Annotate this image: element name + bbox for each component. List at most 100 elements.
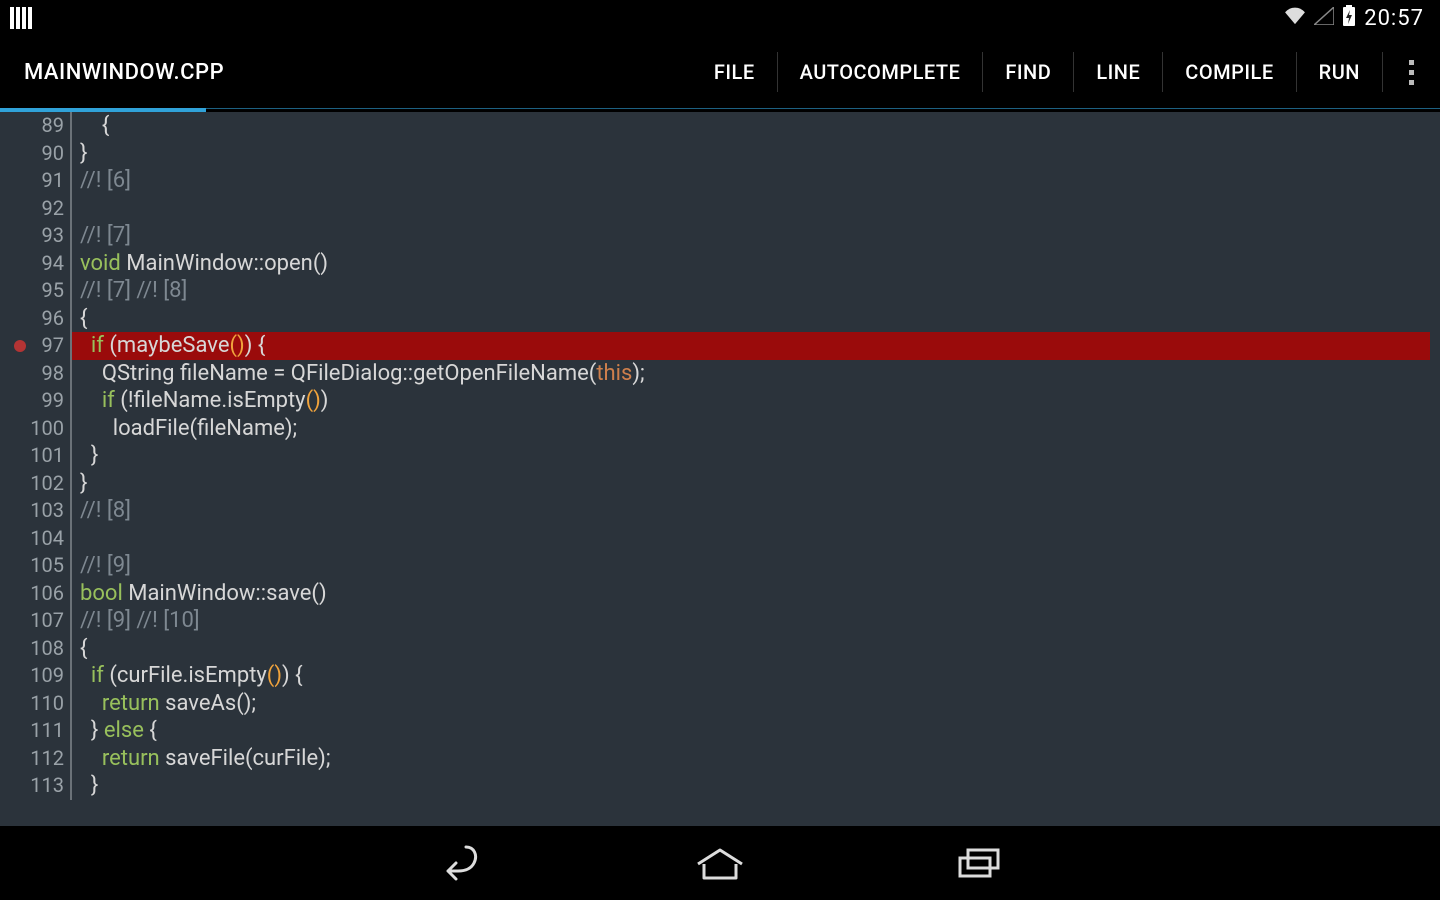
gutter-separator [70, 552, 72, 580]
line-number[interactable]: 97 [0, 332, 70, 360]
line-number[interactable]: 112 [0, 745, 70, 773]
gutter-separator [70, 525, 72, 553]
menu-run[interactable]: RUN [1296, 52, 1382, 92]
line-number[interactable]: 101 [0, 442, 70, 470]
code-editor[interactable]: 89 {90}91//! [6]9293//! [7]94void MainWi… [0, 112, 1440, 826]
code-content[interactable]: { [80, 112, 1440, 140]
code-content[interactable]: if (curFile.isEmpty()) { [80, 662, 1440, 690]
code-line[interactable]: 102} [0, 470, 1440, 498]
line-number[interactable]: 113 [0, 772, 70, 800]
menu-line[interactable]: LINE [1073, 52, 1162, 92]
menu-autocomplete[interactable]: AUTOCOMPLETE [777, 52, 983, 92]
gutter-separator [70, 387, 72, 415]
code-content[interactable]: //! [7] //! [8] [80, 277, 1440, 305]
line-number[interactable]: 108 [0, 635, 70, 663]
code-content[interactable]: } [80, 442, 1440, 470]
line-number[interactable]: 90 [0, 140, 70, 168]
gutter-separator [70, 442, 72, 470]
line-number[interactable]: 106 [0, 580, 70, 608]
nav-back-button[interactable] [430, 843, 490, 883]
code-content[interactable]: return saveFile(curFile); [80, 745, 1440, 773]
line-number[interactable]: 102 [0, 470, 70, 498]
line-number[interactable]: 104 [0, 525, 70, 553]
line-number[interactable]: 89 [0, 112, 70, 140]
gutter-separator [70, 772, 72, 800]
code-content[interactable]: { [80, 305, 1440, 333]
nav-home-button[interactable] [690, 843, 750, 883]
code-line[interactable]: 100 loadFile(fileName); [0, 415, 1440, 443]
line-number[interactable]: 96 [0, 305, 70, 333]
code-line[interactable]: 105 //! [9] [0, 552, 1440, 580]
line-number[interactable]: 107 [0, 607, 70, 635]
code-line[interactable]: 99 if (!fileName.isEmpty()) [0, 387, 1440, 415]
menu-file[interactable]: FILE [692, 52, 777, 92]
code-content[interactable]: if (maybeSave()) { [72, 332, 1430, 360]
code-line[interactable]: 101 } [0, 442, 1440, 470]
code-content[interactable]: return saveAs(); [80, 690, 1440, 718]
code-line[interactable]: 91 //! [6] [0, 167, 1440, 195]
gutter-separator [70, 360, 72, 388]
code-content[interactable]: void MainWindow::open() [80, 250, 1440, 278]
code-line[interactable]: 111 } else { [0, 717, 1440, 745]
code-line[interactable]: 93 //! [7] [0, 222, 1440, 250]
code-line[interactable]: 104 [0, 525, 1440, 553]
code-content[interactable]: //! [7] [80, 222, 1440, 250]
android-nav-bar [0, 826, 1440, 900]
code-content[interactable]: } else { [80, 717, 1440, 745]
menu-find[interactable]: FIND [982, 52, 1073, 92]
gutter-separator [70, 497, 72, 525]
app-indicator-icon [10, 7, 32, 29]
line-number[interactable]: 103 [0, 497, 70, 525]
line-number[interactable]: 100 [0, 415, 70, 443]
battery-charging-icon [1342, 5, 1356, 32]
gutter-separator [70, 277, 72, 305]
code-line[interactable]: 109 if (curFile.isEmpty()) { [0, 662, 1440, 690]
code-line[interactable]: 94 void MainWindow::open() [0, 250, 1440, 278]
code-line[interactable]: 110 return saveAs(); [0, 690, 1440, 718]
gutter-separator [70, 635, 72, 663]
code-line[interactable]: 107 //! [9] //! [10] [0, 607, 1440, 635]
code-content[interactable]: //! [9] //! [10] [80, 607, 1440, 635]
code-content[interactable]: } [80, 772, 1440, 800]
gutter-separator [70, 250, 72, 278]
line-number[interactable]: 93 [0, 222, 70, 250]
line-number[interactable]: 111 [0, 717, 70, 745]
line-number[interactable]: 110 [0, 690, 70, 718]
status-clock: 20:57 [1364, 6, 1424, 31]
code-line[interactable]: 89 { [0, 112, 1440, 140]
code-content[interactable]: } [80, 140, 1440, 168]
code-line[interactable]: 112 return saveFile(curFile); [0, 745, 1440, 773]
code-line[interactable]: 103 //! [8] [0, 497, 1440, 525]
code-line[interactable]: 97 if (maybeSave()) { [0, 332, 1440, 360]
gutter-separator [70, 662, 72, 690]
code-content[interactable]: if (!fileName.isEmpty()) [80, 387, 1440, 415]
code-line[interactable]: 90} [0, 140, 1440, 168]
menu-overflow[interactable] [1382, 52, 1430, 92]
nav-recents-button[interactable] [950, 843, 1010, 883]
line-number[interactable]: 98 [0, 360, 70, 388]
code-line[interactable]: 92 [0, 195, 1440, 223]
line-number[interactable]: 105 [0, 552, 70, 580]
code-content[interactable]: //! [8] [80, 497, 1440, 525]
code-line[interactable]: 95 //! [7] //! [8] [0, 277, 1440, 305]
line-number[interactable]: 94 [0, 250, 70, 278]
code-content[interactable]: } [80, 470, 1440, 498]
code-content[interactable]: QString fileName = QFileDialog::getOpenF… [80, 360, 1440, 388]
code-line[interactable]: 108 { [0, 635, 1440, 663]
code-content[interactable]: loadFile(fileName); [80, 415, 1440, 443]
line-number[interactable]: 92 [0, 195, 70, 223]
menu-compile[interactable]: COMPILE [1162, 52, 1295, 92]
line-number[interactable]: 109 [0, 662, 70, 690]
code-line[interactable]: 106 bool MainWindow::save() [0, 580, 1440, 608]
line-number[interactable]: 95 [0, 277, 70, 305]
code-line[interactable]: 96 { [0, 305, 1440, 333]
code-line[interactable]: 98 QString fileName = QFileDialog::getOp… [0, 360, 1440, 388]
code-content[interactable]: bool MainWindow::save() [80, 580, 1440, 608]
code-content[interactable]: //! [6] [80, 167, 1440, 195]
line-number[interactable]: 99 [0, 387, 70, 415]
overflow-icon [1409, 60, 1414, 85]
code-content[interactable]: //! [9] [80, 552, 1440, 580]
line-number[interactable]: 91 [0, 167, 70, 195]
code-line[interactable]: 113 } [0, 772, 1440, 800]
code-content[interactable]: { [80, 635, 1440, 663]
